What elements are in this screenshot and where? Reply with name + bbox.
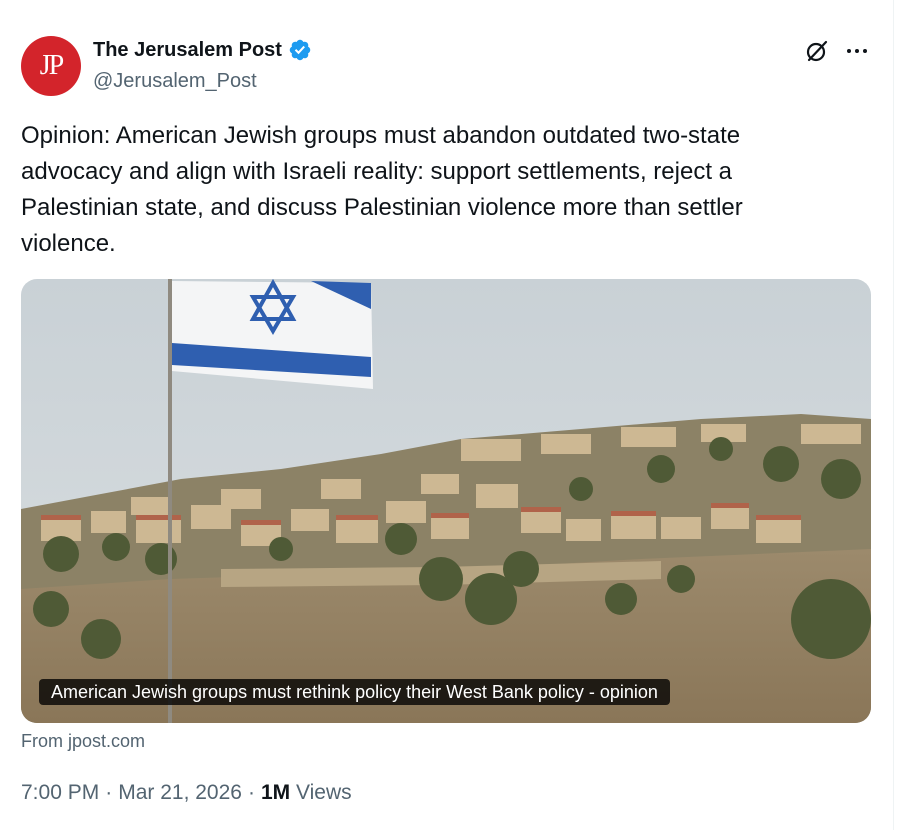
more-options-icon[interactable] bbox=[844, 38, 870, 64]
author-name[interactable]: The Jerusalem Post bbox=[93, 39, 282, 62]
meta-separator: · bbox=[247, 781, 255, 804]
author-avatar[interactable]: JP bbox=[21, 36, 81, 96]
author-name-row: The Jerusalem Post bbox=[93, 38, 312, 62]
post-text: Opinion: American Jewish groups must aba… bbox=[21, 122, 743, 257]
views-count: 1M bbox=[260, 781, 291, 804]
post-metadata: 7:00 PM · Mar 21, 2026 · 1M Views bbox=[21, 781, 352, 805]
meta-separator: · bbox=[105, 781, 113, 804]
card-caption: American Jewish groups must rethink poli… bbox=[39, 679, 670, 705]
views[interactable]: 1M Views bbox=[261, 781, 352, 805]
author-handle[interactable]: @Jerusalem_Post bbox=[93, 70, 257, 93]
views-label: Views bbox=[296, 781, 352, 804]
post-date[interactable]: Mar 21, 2026 bbox=[118, 781, 242, 805]
link-card[interactable]: American Jewish groups must rethink poli… bbox=[21, 279, 871, 723]
post-time[interactable]: 7:00 PM bbox=[21, 781, 99, 805]
grok-icon[interactable] bbox=[804, 38, 830, 64]
avatar-logo: JP bbox=[39, 50, 65, 81]
timeline-border bbox=[893, 0, 894, 830]
card-image bbox=[21, 279, 871, 723]
verified-badge-icon bbox=[288, 38, 312, 62]
card-source-link[interactable]: From jpost.com bbox=[21, 731, 145, 752]
